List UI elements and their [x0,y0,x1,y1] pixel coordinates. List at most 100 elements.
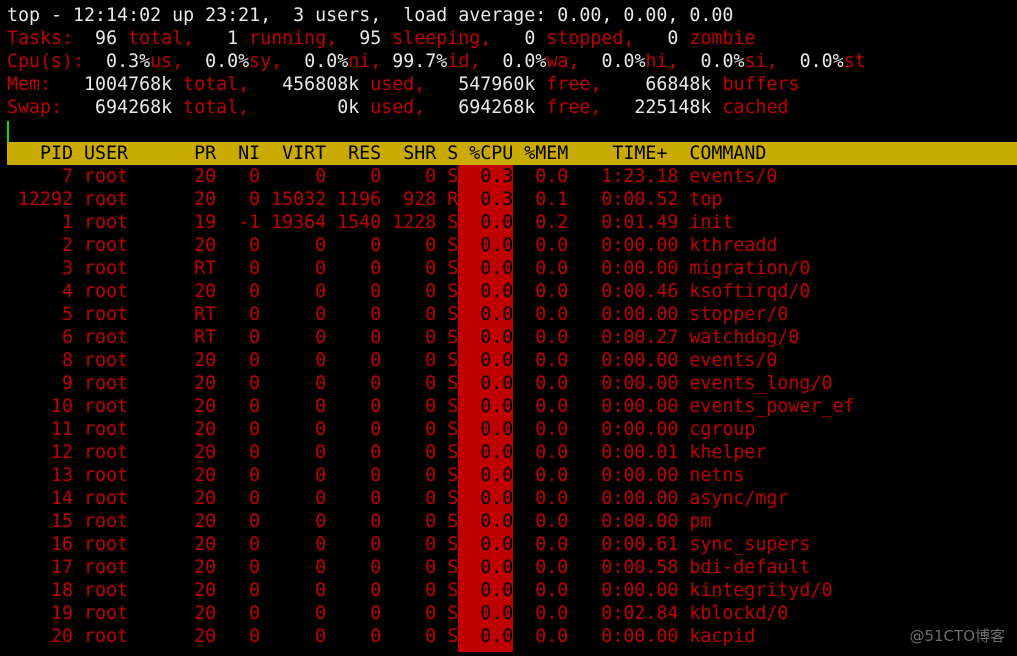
process-res: 0 [370,396,382,417]
process-pid: 5 [62,304,74,325]
process-state: S [447,465,459,486]
process-row[interactable]: 4 root 20 0 0 0 0 S 0.0 0.0 0:00.46 ksoftirqd/0 [7,280,1017,303]
process-row[interactable]: 6 root RT 0 0 0 0 S 0.0 0.0 0:00.27 watchdog/0 [7,326,1017,349]
process-row[interactable]: 12 root 20 0 0 0 0 S 0.0 0.0 0:00.01 khelper [7,441,1017,464]
process-pid: 19 [51,603,74,624]
process-shr: 0 [425,166,437,187]
column-header-state[interactable]: S [447,142,458,165]
column-header-ni[interactable]: NI [216,142,260,165]
process-state: S [447,442,459,463]
summary-label: Tasks: [7,28,74,49]
process-state: S [447,327,459,348]
process-state: S [447,419,459,440]
process-shr: 0 [425,603,437,624]
process-row[interactable]: 5 root RT 0 0 0 0 S 0.0 0.0 0:00.00 stopper/0 [7,303,1017,326]
column-header-cpu[interactable]: %CPU [458,142,513,165]
summary-label: zombie [689,28,756,49]
process-res: 0 [370,419,382,440]
terminal[interactable]: top - 12:14:02 up 23:21, 3 users, load a… [7,4,1017,656]
process-row[interactable]: 20 root 20 0 0 0 0 S 0.0 0.0 0:00.00 kacpid [7,625,1017,648]
summary-line3: Cpu(s): 0.3%us, 0.0%sy, 0.0%ni, 99.7%id,… [7,50,866,73]
process-mem: 0.0 [535,603,569,624]
column-header-virt[interactable]: VIRT [260,142,326,165]
summary-value: 547960k [425,74,547,95]
process-user: root [84,212,129,233]
column-header-time[interactable]: TIME+ [568,142,667,165]
process-row[interactable]: 10 root 20 0 0 0 0 S 0.0 0.0 0:00.00 events_power_e… [7,395,1017,418]
process-pid: 7 [62,166,74,187]
process-cpu: 0.0 [480,534,514,555]
process-state: S [447,258,459,279]
process-row[interactable]: 15 root 20 0 0 0 0 S 0.0 0.0 0:00.00 pm [7,510,1017,533]
process-ni: 0 [249,603,261,624]
process-cpu: 0.0 [480,419,514,440]
column-header-mem[interactable]: %MEM [513,142,568,165]
process-cpu: 0.0 [480,488,514,509]
process-state: S [447,626,459,647]
process-virt: 0 [315,511,327,532]
process-row[interactable]: 12292 root 20 0 15032 1196 928 R 0.3 0.1 0:00.52 to… [7,188,1017,211]
process-command: pm [689,511,712,532]
process-ni: 0 [249,304,261,325]
process-row[interactable]: 17 root 20 0 0 0 0 S 0.0 0.0 0:00.58 bdi-default [7,556,1017,579]
process-ni: 0 [249,235,261,256]
process-pid: 15 [51,511,74,532]
summary-label: free, [546,97,602,118]
process-pid: 12 [51,442,74,463]
process-ni: 0 [249,626,261,647]
process-state: S [447,281,459,302]
process-mem: 0.0 [535,626,569,647]
process-pr: 20 [194,281,217,302]
process-row[interactable]: 13 root 20 0 0 0 0 S 0.0 0.0 0:00.00 netns [7,464,1017,487]
process-row[interactable]: 11 root 20 0 0 0 0 S 0.0 0.0 0:00.00 cgroup [7,418,1017,441]
process-pid: 9 [62,373,74,394]
process-row[interactable]: 3 root RT 0 0 0 0 S 0.0 0.0 0:00.00 migration/0 [7,257,1017,280]
process-row[interactable]: 18 root 20 0 0 0 0 S 0.0 0.0 0:00.00 kintegrityd/0 [7,579,1017,602]
process-command: kblockd/0 [689,603,789,624]
process-user: root [84,442,129,463]
summary-value: top - 12:14:02 up 23:21, 3 users, load a… [7,5,734,26]
summary-value: 0.0% [678,51,745,72]
process-row[interactable]: 7 root 20 0 0 0 0 S 0.3 0.0 1:23.18 events/0 [7,165,1017,188]
process-user: root [84,603,129,624]
column-header-command[interactable]: COMMAND [689,142,909,165]
process-cpu: 0.0 [480,511,514,532]
process-ni: 0 [249,557,261,578]
summary-line4: Mem: 1004768k total, 456808k used, 54796… [7,73,800,96]
process-time: 0:00.46 [601,281,679,302]
column-header-pr[interactable]: PR [172,142,216,165]
process-pr: RT [194,304,217,325]
process-virt: 0 [315,281,327,302]
column-header-user[interactable]: USER [84,142,172,165]
process-res: 0 [370,373,382,394]
column-header-pid[interactable]: PID [7,142,73,165]
summary-line5: Swap: 694268k total, 0k used, 694268k fr… [7,96,789,119]
process-row[interactable]: 1 root 19 -1 19364 1540 1228 S 0.0 0.2 0:01.49 init [7,211,1017,234]
process-res: 0 [370,258,382,279]
process-shr: 0 [425,442,437,463]
process-pr: 20 [194,189,217,210]
process-ni: 0 [249,350,261,371]
process-command: async/mgr [689,488,789,509]
process-mem: 0.0 [535,350,569,371]
process-row[interactable]: 16 root 20 0 0 0 0 S 0.0 0.0 0:00.61 sync_supers [7,533,1017,556]
terminal-cursor [7,121,9,142]
process-row[interactable]: 14 root 20 0 0 0 0 S 0.0 0.0 0:00.00 async/mgr [7,487,1017,510]
process-virt: 0 [315,396,327,417]
process-pid: 1 [62,212,74,233]
summary-value: 66848k [601,74,723,95]
process-mem: 0.0 [535,304,569,325]
process-time: 0:00.00 [601,419,679,440]
process-time: 0:00.00 [601,235,679,256]
column-header-shr[interactable]: SHR [381,142,436,165]
process-ni: 0 [249,442,261,463]
process-user: root [84,488,129,509]
process-time: 1:23.18 [601,166,679,187]
process-row[interactable]: 8 root 20 0 0 0 0 S 0.0 0.0 0:00.00 events/0 [7,349,1017,372]
column-header-res[interactable]: RES [326,142,381,165]
process-row[interactable]: 2 root 20 0 0 0 0 S 0.0 0.0 0:00.00 kthreadd [7,234,1017,257]
process-cpu: 0.0 [480,465,514,486]
process-row[interactable]: 19 root 20 0 0 0 0 S 0.0 0.0 0:02.84 kblockd/0 [7,602,1017,625]
process-row[interactable]: 9 root 20 0 0 0 0 S 0.0 0.0 0:00.00 events_long/0 [7,372,1017,395]
process-state: S [447,235,459,256]
